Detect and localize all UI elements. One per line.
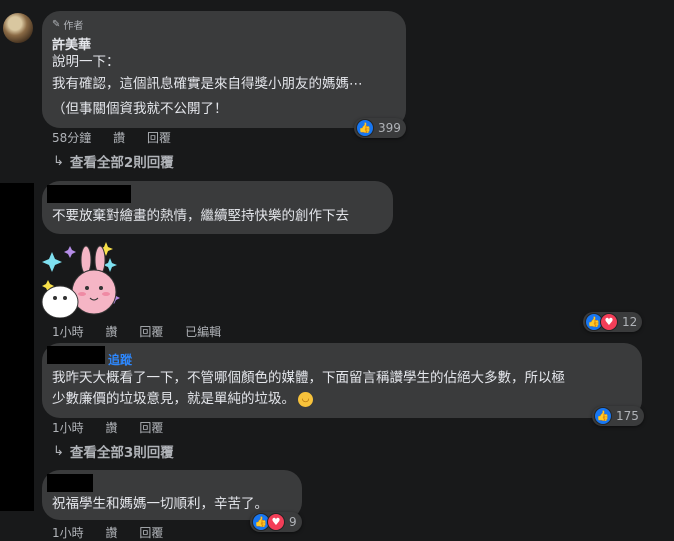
comment-text-line: 不要放棄對繪畫的熱情，繼續堅持快樂的創作下去 [52,208,349,224]
reply-button[interactable]: 回覆 [147,131,171,145]
sticker-image [40,240,122,319]
pencil-icon: ✎ [52,19,61,30]
comment-actions-1: 58分鐘 讚 回覆 [52,129,171,146]
comment-bubble-3: 追蹤 我昨天大概看了一下，不管哪個顏色的媒體，下面留言稱讚學生的佔絕大多數，所以… [42,343,642,418]
reply-button[interactable]: 回覆 [139,421,163,435]
comment-text-line: 我昨天大概看了一下，不管哪個顏色的媒體，下面留言稱讚學生的佔絕大多數，所以極 [52,370,565,386]
redacted-sidebar-block [0,183,34,511]
redacted-author-name [47,346,105,364]
like-button[interactable]: 讚 [113,131,125,145]
timestamp[interactable]: 1小時 [52,526,84,540]
like-button[interactable]: 讚 [105,421,117,435]
reaction-summary-3[interactable]: 👍 175 [592,406,644,426]
follow-link[interactable]: 追蹤 [108,349,132,368]
comment-text-line: 說明一下： [52,54,120,70]
author-badge: ✎ 作者 [52,19,84,32]
comment-actions-2: 1小時 讚 回覆 已編輯 [52,323,221,340]
reaction-summary-2[interactable]: 👍 ♥ 12 [583,312,643,332]
view-replies-link-3[interactable]: ↳ 查看全部3則回覆 [53,441,174,462]
heart-icon: ♥ [600,313,618,331]
comment-text-line-with-emoji: 少數廉價的垃圾意見，就是單純的垃圾。 ◡ [52,388,313,411]
comment-actions-3: 1小時 讚 回覆 [52,419,163,436]
timestamp[interactable]: 1小時 [52,325,84,339]
reply-arrow-icon: ↳ [53,153,64,169]
comment-text-line: （但事關個資我就不公開了！ [52,101,228,117]
blush-emoji-icon: ◡ [298,392,313,407]
comment-bubble-2: 不要放棄對繪畫的熱情，繼續堅持快樂的創作下去 [42,181,393,234]
reply-arrow-icon: ↳ [53,443,64,459]
thumbs-up-icon: 👍 [356,119,374,137]
thumbs-up-icon: 👍 [594,407,612,425]
heart-icon: ♥ [267,513,285,531]
comment-text-line: 我有確認，這個訊息確實是來自得獎小朋友的媽媽⋯ [52,76,363,92]
comment-text-line: 祝福學生和媽媽一切順利，辛苦了。 [52,496,268,512]
view-replies-link-1[interactable]: ↳ 查看全部2則回覆 [53,151,174,172]
reply-button[interactable]: 回覆 [139,325,163,339]
edited-label: 已編輯 [185,325,222,339]
timestamp[interactable]: 1小時 [52,421,84,435]
like-button[interactable]: 讚 [105,325,117,339]
author-avatar[interactable] [3,13,33,43]
comment-bubble-1: ✎ 作者 許美華 說明一下： 我有確認，這個訊息確實是來自得獎小朋友的媽媽⋯ （… [42,11,406,128]
comment-actions-4: 1小時 讚 回覆 [52,524,163,541]
reaction-summary-4[interactable]: 👍 ♥ 9 [250,512,302,532]
redacted-author-name [47,185,131,203]
reply-button[interactable]: 回覆 [139,526,163,540]
redacted-author-name [47,474,93,492]
reaction-summary-1[interactable]: 👍 399 [354,118,406,138]
like-button[interactable]: 讚 [105,526,117,540]
timestamp[interactable]: 58分鐘 [52,131,91,145]
